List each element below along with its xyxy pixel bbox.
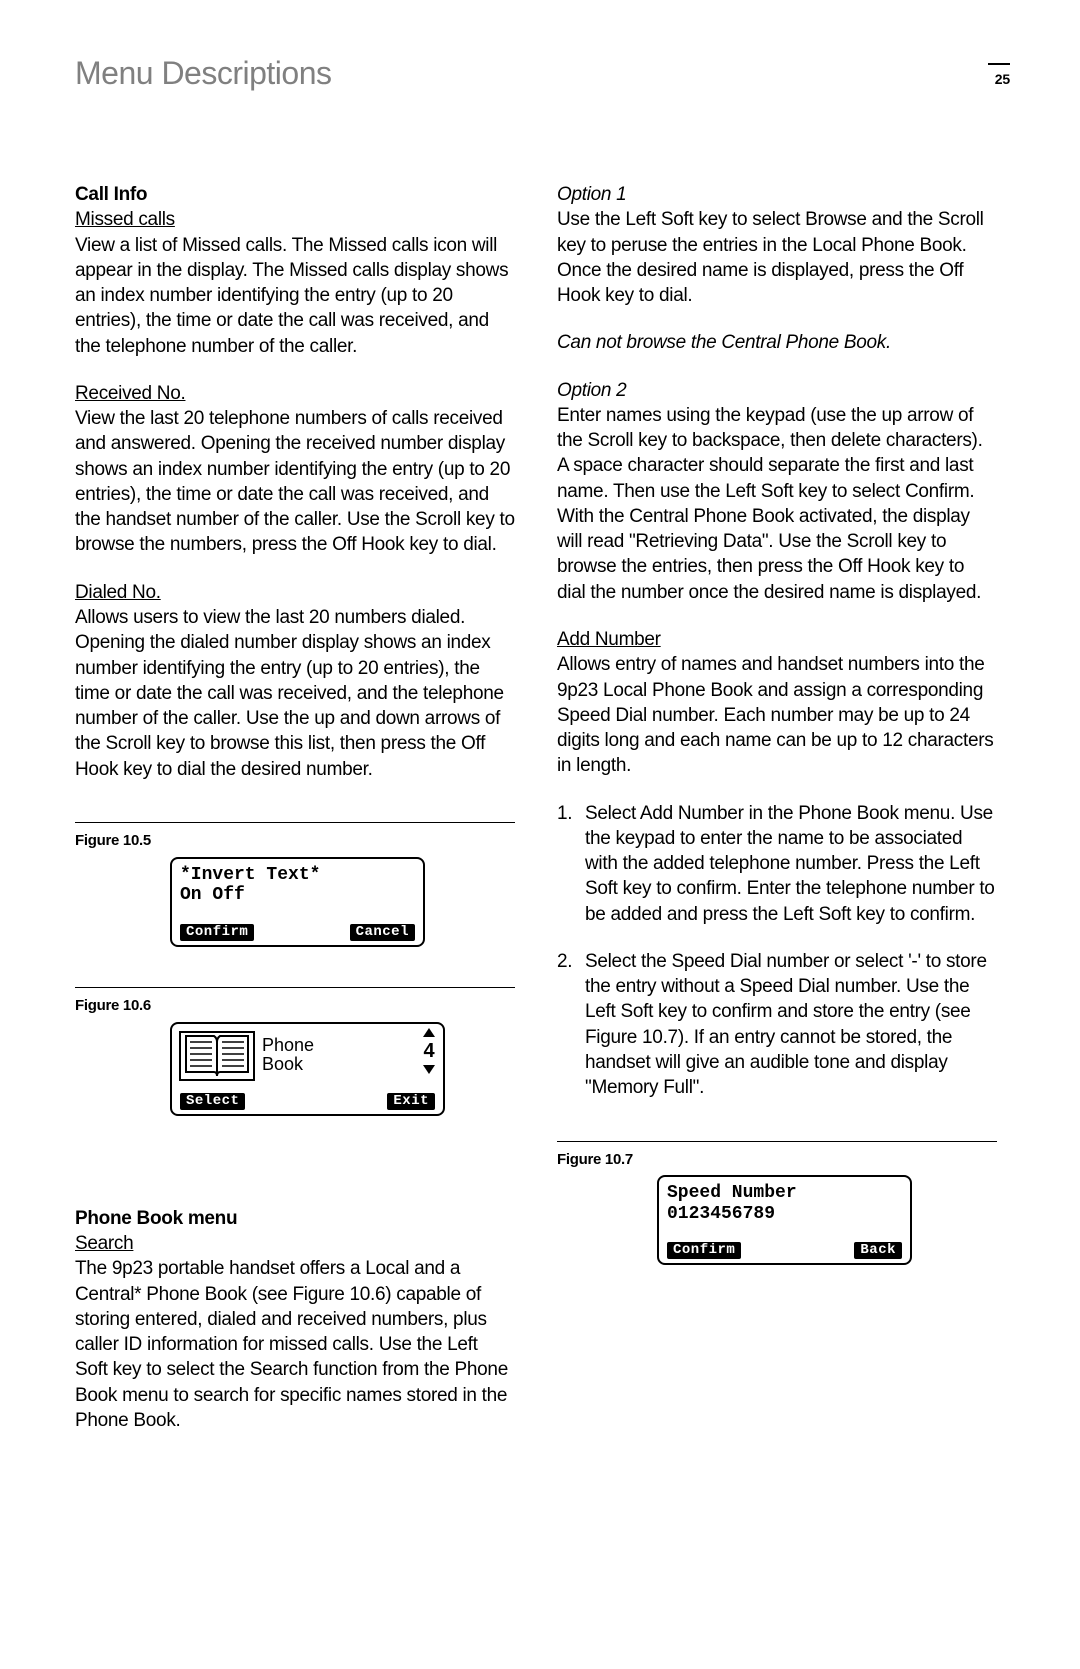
phone-book-menu-heading: Phone Book menu [75,1206,515,1231]
pb-label-1: Phone [262,1036,314,1055]
option-2-body: Enter names using the keypad (use the up… [557,403,997,605]
search-body: The 9p23 portable handset offers a Local… [75,1256,515,1433]
lcd-confirm-button: Confirm [180,924,254,941]
lcd-select-button: Select [180,1093,245,1110]
figure-10-6-screen: Phone Book 4 Select Exit [170,1022,445,1116]
add-number-heading: Add Number [557,627,997,652]
left-column: Call Info Missed calls View a list of Mi… [75,182,515,1455]
right-column: Option 1 Use the Left Soft key to select… [557,182,997,1455]
add-number-steps: Select Add Number in the Phone Book menu… [557,801,997,1101]
step-1: Select Add Number in the Phone Book menu… [557,801,997,927]
pb-count: 4 [423,1037,435,1065]
option-1-heading: Option 1 [557,182,997,207]
figure-10-7-screen: Speed Number 0123456789 Confirm Back [657,1175,912,1265]
figure-10-5-label: Figure 10.5 [75,831,515,851]
received-no-heading: Received No. [75,381,515,406]
lcd-confirm-button: Confirm [667,1242,741,1259]
figure-10-6-label: Figure 10.6 [75,996,515,1016]
figure-separator [557,1141,997,1142]
lcd-line-2: 0123456789 [667,1204,902,1225]
lcd-cancel-button: Cancel [350,924,415,941]
scroll-indicator: 4 [423,1028,437,1074]
pb-label-2: Book [262,1055,314,1074]
lcd-line-1: *Invert Text* [180,865,415,886]
page-number: 25 [988,63,1010,87]
missed-calls-heading: Missed calls [75,207,515,232]
lcd-back-button: Back [854,1242,902,1259]
cannot-browse-note: Can not browse the Central Phone Book. [557,330,997,355]
arrow-down-icon [423,1065,435,1074]
lcd-line-2: On Off [180,885,415,906]
option-1-body: Use the Left Soft key to select Browse a… [557,207,997,308]
missed-calls-body: View a list of Missed calls. The Missed … [75,233,515,359]
figure-10-5-screen: *Invert Text* On Off Confirm Cancel [170,857,425,947]
arrow-up-icon [423,1028,435,1037]
figure-10-7-label: Figure 10.7 [557,1150,997,1170]
step-2: Select the Speed Dial number or select '… [557,949,997,1101]
phone-book-label: Phone Book [262,1028,314,1074]
option-2-heading: Option 2 [557,378,997,403]
call-info-heading: Call Info [75,182,515,207]
figure-separator [75,987,515,988]
received-no-body: View the last 20 telephone numbers of ca… [75,406,515,558]
figure-separator [75,822,515,823]
page-header: Menu Descriptions 25 [75,55,1010,92]
section-title: Menu Descriptions [75,55,332,92]
search-heading: Search [75,1231,515,1256]
add-number-body: Allows entry of names and handset number… [557,652,997,778]
dialed-no-heading: Dialed No. [75,580,515,605]
lcd-line-1: Speed Number [667,1183,902,1204]
dialed-no-body: Allows users to view the last 20 numbers… [75,605,515,782]
phone-book-icon [178,1028,256,1084]
lcd-exit-button: Exit [387,1093,435,1110]
